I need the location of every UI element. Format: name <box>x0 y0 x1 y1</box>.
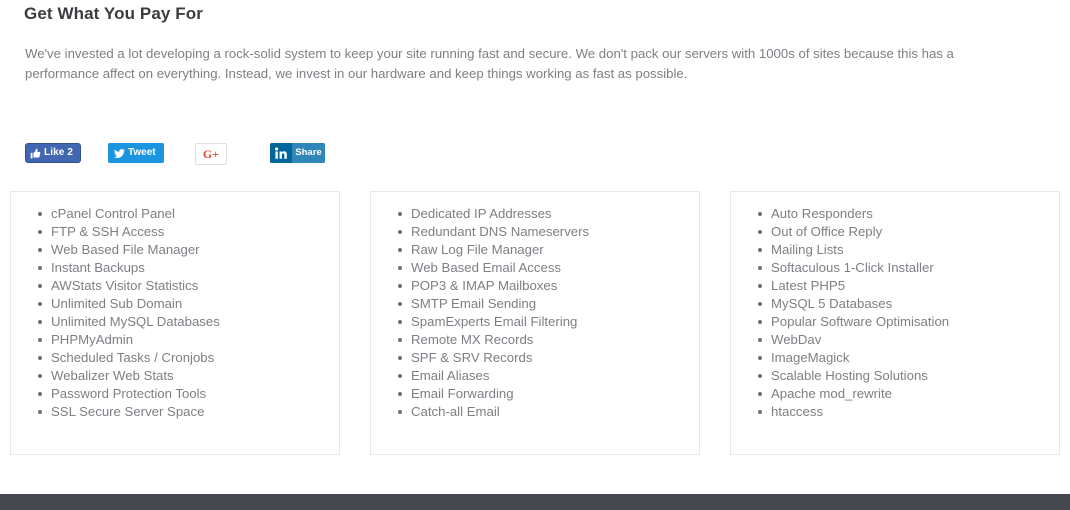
list-item: PHPMyAdmin <box>38 331 339 349</box>
list-item: Unlimited MySQL Databases <box>38 313 339 331</box>
list-item: SPF & SRV Records <box>398 349 699 367</box>
list-item: SMTP Email Sending <box>398 295 699 313</box>
list-item: Scheduled Tasks / Cronjobs <box>38 349 339 367</box>
feature-card-1: cPanel Control Panel FTP & SSH Access We… <box>10 191 340 455</box>
feature-list-1: cPanel Control Panel FTP & SSH Access We… <box>11 192 339 421</box>
list-item: Redundant DNS Nameservers <box>398 223 699 241</box>
list-item: WebDav <box>758 331 1059 349</box>
list-item: POP3 & IMAP Mailboxes <box>398 277 699 295</box>
facebook-like-label: Like <box>44 147 65 158</box>
list-item: Email Aliases <box>398 367 699 385</box>
list-item: Raw Log File Manager <box>398 241 699 259</box>
intro-paragraph: We've invested a lot developing a rock-s… <box>25 46 954 81</box>
twitter-tweet-label: Tweet <box>128 147 156 158</box>
facebook-like-count: 2 <box>67 147 74 158</box>
list-item: ImageMagick <box>758 349 1059 367</box>
list-item: Email Forwarding <box>398 385 699 403</box>
list-item: Remote MX Records <box>398 331 699 349</box>
footer-bar <box>0 494 1070 510</box>
list-item: AWStats Visitor Statistics <box>38 277 339 295</box>
list-item: Mailing Lists <box>758 241 1059 259</box>
feature-card-2: Dedicated IP Addresses Redundant DNS Nam… <box>370 191 700 455</box>
list-item: Popular Software Optimisation <box>758 313 1059 331</box>
list-item: Instant Backups <box>38 259 339 277</box>
google-plus-share-button[interactable]: G+ <box>195 143 227 165</box>
list-item: Password Protection Tools <box>38 385 339 403</box>
google-plus-icon: G+ <box>202 147 220 161</box>
list-item: Unlimited Sub Domain <box>38 295 339 313</box>
feature-cards-area: cPanel Control Panel FTP & SSH Access We… <box>0 191 1070 456</box>
feature-card-3: Auto Responders Out of Office Reply Mail… <box>730 191 1060 455</box>
linkedin-icon <box>270 143 292 163</box>
list-item: Softaculous 1-Click Installer <box>758 259 1059 277</box>
page-title: Get What You Pay For <box>24 4 203 23</box>
twitter-bird-icon <box>114 148 125 159</box>
facebook-like-button[interactable]: Like 2 <box>25 143 81 163</box>
feature-list-3: Auto Responders Out of Office Reply Mail… <box>731 192 1059 421</box>
linkedin-share-button[interactable]: Share <box>270 143 325 163</box>
list-item: SpamExperts Email Filtering <box>398 313 699 331</box>
list-item: Web Based Email Access <box>398 259 699 277</box>
list-item: Latest PHP5 <box>758 277 1059 295</box>
list-item: Webalizer Web Stats <box>38 367 339 385</box>
list-item: SSL Secure Server Space <box>38 403 339 421</box>
twitter-tweet-button[interactable]: Tweet <box>108 143 164 163</box>
feature-list-2: Dedicated IP Addresses Redundant DNS Nam… <box>371 192 699 421</box>
list-item: Scalable Hosting Solutions <box>758 367 1059 385</box>
list-item: MySQL 5 Databases <box>758 295 1059 313</box>
list-item: Apache mod_rewrite <box>758 385 1059 403</box>
list-item: Dedicated IP Addresses <box>398 205 699 223</box>
list-item: FTP & SSH Access <box>38 223 339 241</box>
list-item: cPanel Control Panel <box>38 205 339 223</box>
list-item: Auto Responders <box>758 205 1059 223</box>
list-item: Web Based File Manager <box>38 241 339 259</box>
thumbs-up-icon <box>30 148 41 159</box>
list-item: htaccess <box>758 403 1059 421</box>
list-item: Catch-all Email <box>398 403 699 421</box>
linkedin-share-label: Share <box>292 143 325 163</box>
list-item: Out of Office Reply <box>758 223 1059 241</box>
